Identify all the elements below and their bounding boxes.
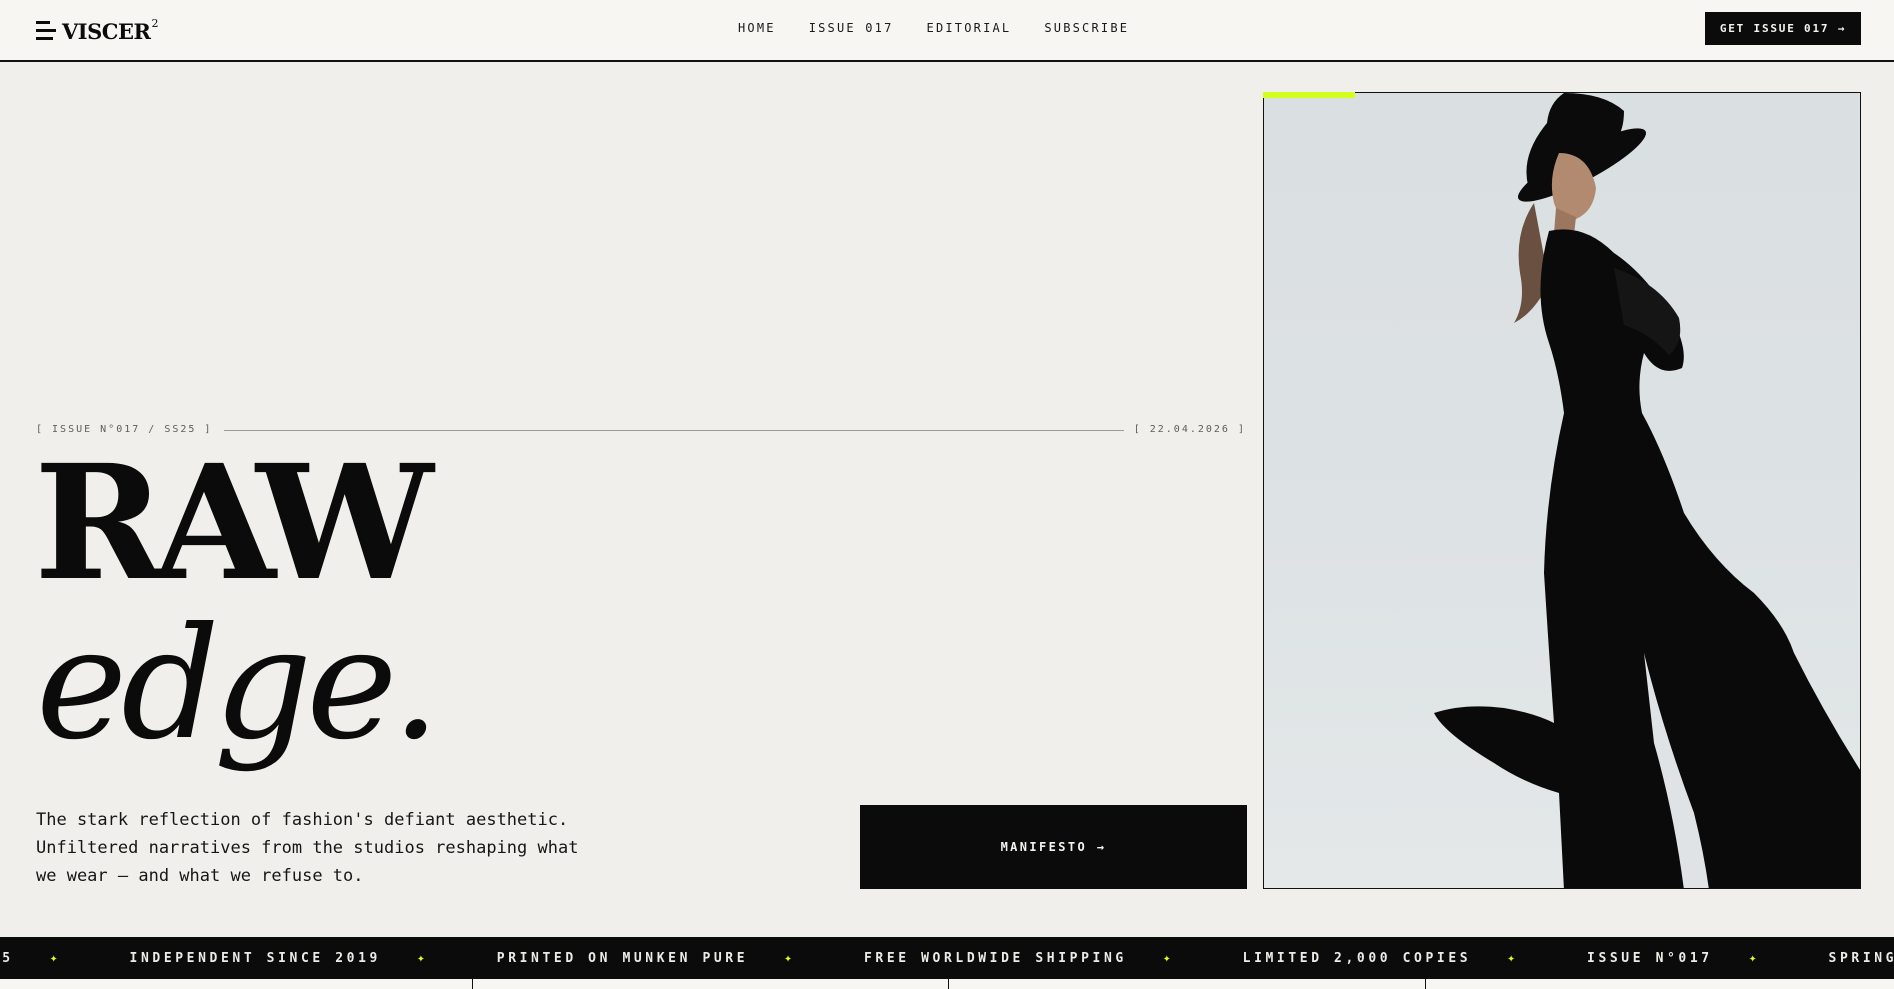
ticker-item: SPRING / SUMMER 2025 — [1828, 950, 1894, 966]
star-icon: ✦ — [416, 950, 425, 966]
get-issue-button[interactable]: GET ISSUE 017 → — [1705, 12, 1861, 45]
brand-name: VISCER — [62, 18, 151, 44]
star-icon: ✦ — [1507, 950, 1516, 966]
main-nav: HOME ISSUE 017 EDITORIAL SUBSCRIBE — [738, 21, 1129, 35]
ticker-item: ISSUE N°017 ✦ — [1587, 950, 1757, 966]
ticker-item: 2025 ✦ — [0, 950, 58, 966]
ticker-strip: 2025 ✦ INDEPENDENT SINCE 2019 ✦ PRINTED … — [0, 937, 1894, 979]
issue-date: [ 22.04.2026 ] — [1133, 424, 1246, 435]
logo[interactable]: VISCER 2 — [36, 17, 158, 45]
manifesto-button[interactable]: MANIFESTO → — [860, 805, 1247, 889]
star-icon: ✦ — [1162, 950, 1171, 966]
site-header: VISCER 2 HOME ISSUE 017 EDITORIAL SUBSCR… — [0, 0, 1894, 62]
model-silhouette — [1434, 93, 1860, 888]
accent-bar — [1263, 92, 1355, 98]
ticker-item: INDEPENDENT SINCE 2019 ✦ — [129, 950, 425, 966]
nav-subscribe[interactable]: SUBSCRIBE — [1044, 21, 1129, 35]
headline-raw: RAW — [34, 431, 433, 616]
hero-lede: The stark reflection of fashion's defian… — [36, 810, 579, 886]
nav-home[interactable]: HOME — [738, 21, 776, 35]
ticker-item: LIMITED 2,000 COPIES ✦ — [1242, 950, 1516, 966]
menu-icon[interactable] — [36, 19, 56, 43]
ticker-item: PRINTED ON MUNKEN PURE ✦ — [496, 950, 792, 966]
ticker-item: FREE WORLDWIDE SHIPPING ✦ — [863, 950, 1171, 966]
ticker-track: 2025 ✦ INDEPENDENT SINCE 2019 ✦ PRINTED … — [0, 937, 1894, 979]
star-icon: ✦ — [49, 950, 58, 966]
brand-superscript: 2 — [151, 16, 159, 30]
star-icon: ✦ — [1748, 950, 1757, 966]
star-icon: ✦ — [784, 950, 792, 966]
hero-photo — [1263, 92, 1861, 889]
next-section-top — [0, 979, 1894, 989]
headline-edge: edge. — [36, 595, 440, 774]
nav-issue[interactable]: ISSUE 017 — [809, 21, 894, 35]
nav-editorial[interactable]: EDITORIAL — [927, 21, 1012, 35]
